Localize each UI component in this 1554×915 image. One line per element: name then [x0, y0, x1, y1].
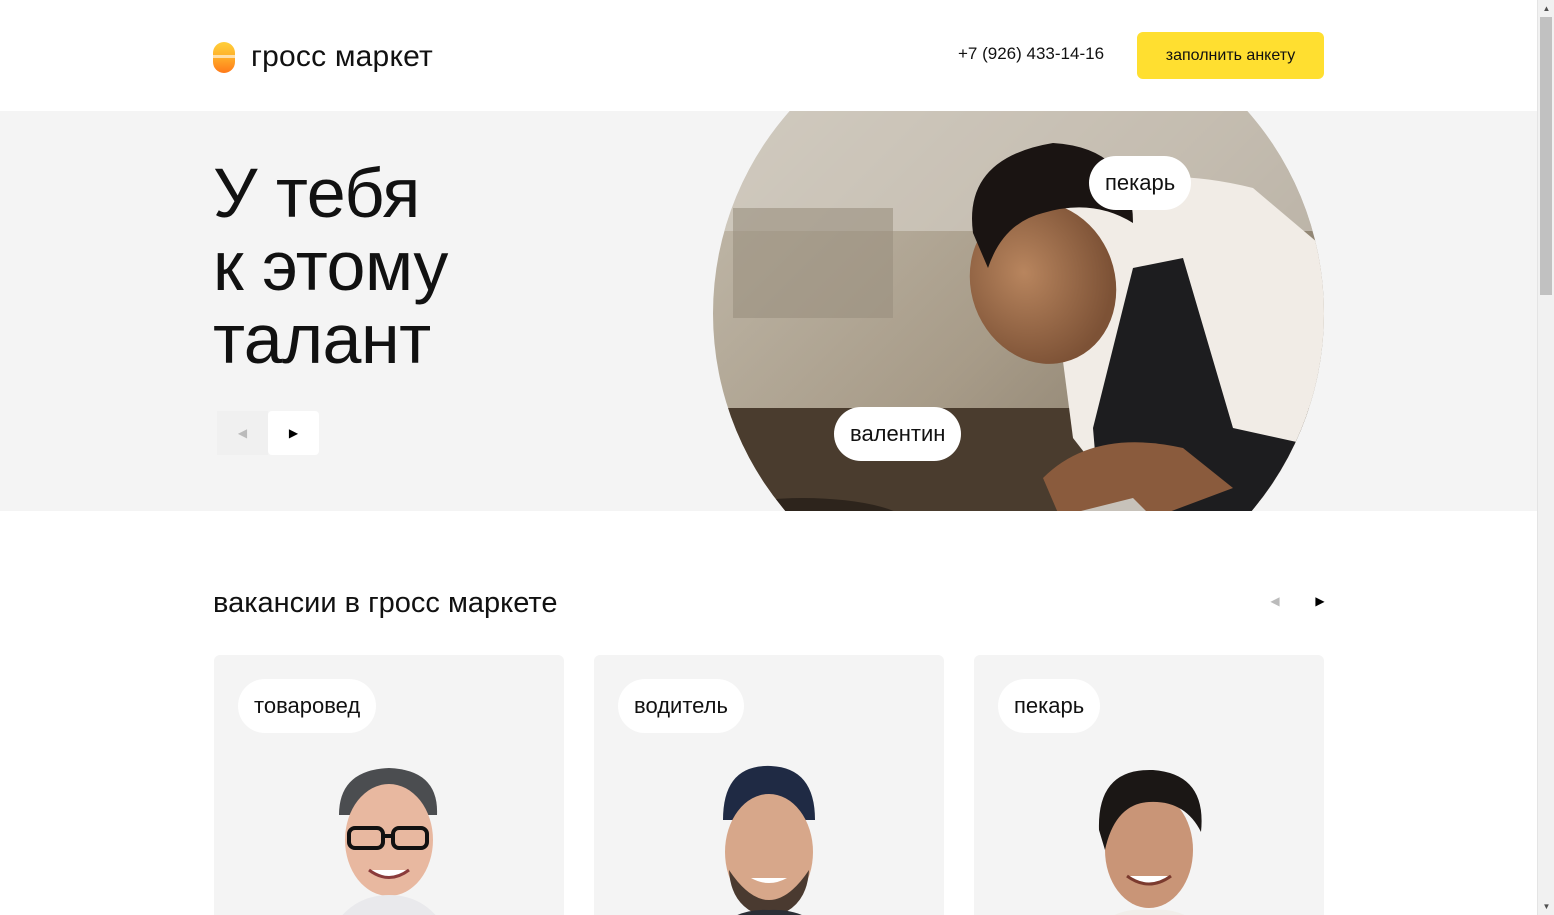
- hero-next-button[interactable]: ▶: [268, 411, 319, 455]
- vacancy-portrait-image: [1098, 769, 1202, 915]
- hero-name-tag: валентин: [834, 407, 962, 461]
- vacancy-card-merchandiser[interactable]: товаровед: [214, 655, 564, 915]
- hero-photo: [713, 111, 1324, 511]
- site-header: гросс маркет +7 (926) 433-14-16 заполнит…: [0, 0, 1537, 111]
- logo-mark-icon: [213, 41, 236, 73]
- vacancy-role-tag: товаровед: [238, 679, 377, 733]
- vacancy-role-tag: водитель: [618, 679, 744, 733]
- arrow-left-icon: ◀: [1270, 594, 1280, 608]
- vacancies-next-button[interactable]: ▶: [1309, 590, 1331, 612]
- hero-section: У тебя к этому талант ◀ ▶ пекарь валенти…: [0, 111, 1537, 511]
- arrow-right-icon: ▶: [1315, 594, 1325, 608]
- scroll-down-icon[interactable]: ▼: [1538, 898, 1554, 915]
- vacancy-card-driver[interactable]: водитель: [594, 655, 944, 915]
- phone-link[interactable]: +7 (926) 433-14-16: [958, 44, 1104, 64]
- vacancy-card-baker[interactable]: пекарь: [974, 655, 1324, 915]
- vacancies-title: вакансии в гросс маркете: [213, 587, 558, 619]
- hero-title: У тебя к этому талант: [213, 157, 448, 376]
- arrow-left-icon: ◀: [237, 426, 248, 440]
- vacancy-portrait-image: [339, 768, 438, 915]
- hero-role-tag: пекарь: [1089, 156, 1192, 210]
- hero-title-line: У тебя: [213, 154, 420, 232]
- fill-form-button[interactable]: заполнить анкету: [1137, 32, 1324, 79]
- hero-title-line: к этому: [213, 227, 448, 305]
- vacancy-portrait-image: [723, 765, 815, 915]
- scrollbar-thumb[interactable]: [1540, 17, 1552, 295]
- scroll-up-icon[interactable]: ▲: [1538, 0, 1554, 17]
- hero-title-line: талант: [213, 300, 431, 378]
- vacancy-role-tag: пекарь: [998, 679, 1101, 733]
- logo-text: гросс маркет: [251, 40, 433, 73]
- arrow-right-icon: ▶: [288, 426, 299, 440]
- logo-link[interactable]: гросс маркет: [213, 40, 433, 74]
- vacancies-prev-button[interactable]: ◀: [1264, 590, 1286, 612]
- page-scrollbar[interactable]: ▲ ▼: [1537, 0, 1554, 915]
- hero-prev-button[interactable]: ◀: [217, 411, 268, 455]
- hero-slider-controls: ◀ ▶: [217, 411, 319, 455]
